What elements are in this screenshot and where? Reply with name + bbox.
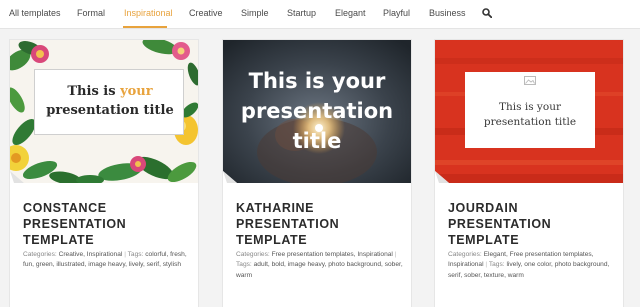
title-line: JOURDAIN	[448, 201, 519, 215]
nav-item-business[interactable]: Business	[429, 8, 466, 18]
nav-item-formal[interactable]: Formal	[77, 8, 105, 18]
thumb-line-2: presentation title	[46, 103, 174, 118]
thumb-line-1: This is your	[248, 69, 386, 93]
categories-label: Categories:	[448, 251, 482, 258]
title-line: TEMPLATE	[23, 233, 95, 247]
tags-links[interactable]: adult, bold, image heavy, photo backgrou…	[236, 261, 403, 278]
template-meta: Categories: Elegant, Free presentation t…	[448, 250, 620, 281]
thumb-line-2: presentation	[240, 99, 394, 123]
page-curl-icon	[10, 171, 24, 183]
thumbnail-title: This is your presentation title	[223, 66, 411, 156]
nav-item-inspirational[interactable]: Inspirational	[124, 8, 173, 18]
meta-separator: |	[124, 251, 126, 258]
nav-item-playful[interactable]: Playful	[383, 8, 410, 18]
categories-links[interactable]: Free presentation templates, Inspiration…	[272, 251, 393, 258]
thumbnail-title: This is your presentation title	[465, 100, 595, 130]
categories-links[interactable]: Creative, Inspirational	[59, 251, 123, 258]
meta-separator: |	[485, 261, 488, 269]
template-card-constance[interactable]: This is your presentation title CONSTANC…	[9, 39, 199, 307]
active-tab-indicator	[123, 26, 167, 28]
template-card-katharine[interactable]: This is your presentation title KATHARIN…	[222, 39, 412, 307]
title-line: TEMPLATE	[448, 233, 520, 247]
title-line: PRESENTATION	[23, 217, 127, 231]
image-placeholder-icon	[524, 76, 536, 85]
thumbnail-title: This is your presentation title	[35, 82, 185, 120]
template-thumbnail[interactable]: This is your presentation title	[435, 40, 623, 183]
nav-item-elegant[interactable]: Elegant	[335, 8, 366, 18]
tags-label: Tags:	[236, 261, 252, 269]
meta-separator: |	[394, 251, 397, 258]
tags-label: Tags:	[488, 261, 505, 269]
template-meta: Categories: Creative, Inspirational | Ta…	[23, 250, 195, 271]
title-line: PRESENTATION	[448, 217, 552, 231]
template-thumbnail[interactable]: This is your presentation title	[223, 40, 411, 183]
template-title[interactable]: JOURDAIN PRESENTATION TEMPLATE	[448, 200, 618, 248]
thumb-line-3: title	[292, 129, 342, 153]
category-nav: All templates Formal Inspirational Creat…	[0, 0, 640, 29]
categories-label: Categories:	[236, 251, 270, 258]
template-meta: Categories: Free presentation templates,…	[236, 250, 408, 281]
tags-label: Tags:	[127, 251, 144, 258]
nav-item-creative[interactable]: Creative	[189, 8, 223, 18]
title-box: This is your presentation title	[465, 72, 595, 148]
search-icon[interactable]	[482, 8, 492, 18]
thumb-line-2: presentation title	[483, 116, 577, 128]
template-title[interactable]: CONSTANCE PRESENTATION TEMPLATE	[23, 200, 193, 248]
nav-item-simple[interactable]: Simple	[241, 8, 269, 18]
template-title[interactable]: KATHARINE PRESENTATION TEMPLATE	[236, 200, 406, 248]
nav-item-all-templates[interactable]: All templates	[9, 8, 61, 18]
title-line: KATHARINE	[236, 201, 315, 215]
thumb-line-1: This is your	[499, 101, 561, 113]
page-curl-icon	[435, 171, 449, 183]
thumb-line-1a: This is	[67, 84, 121, 99]
categories-label: Categories:	[23, 251, 57, 258]
title-box: This is your presentation title	[34, 69, 184, 135]
nav-item-startup[interactable]: Startup	[287, 8, 316, 18]
page-curl-icon	[223, 171, 237, 183]
template-card-jourdain[interactable]: This is your presentation title JOURDAIN…	[434, 39, 624, 307]
title-line: TEMPLATE	[236, 233, 308, 247]
template-thumbnail[interactable]: This is your presentation title	[10, 40, 198, 183]
title-line: CONSTANCE	[23, 201, 107, 215]
title-line: PRESENTATION	[236, 217, 340, 231]
thumb-line-1b: your	[120, 84, 153, 99]
